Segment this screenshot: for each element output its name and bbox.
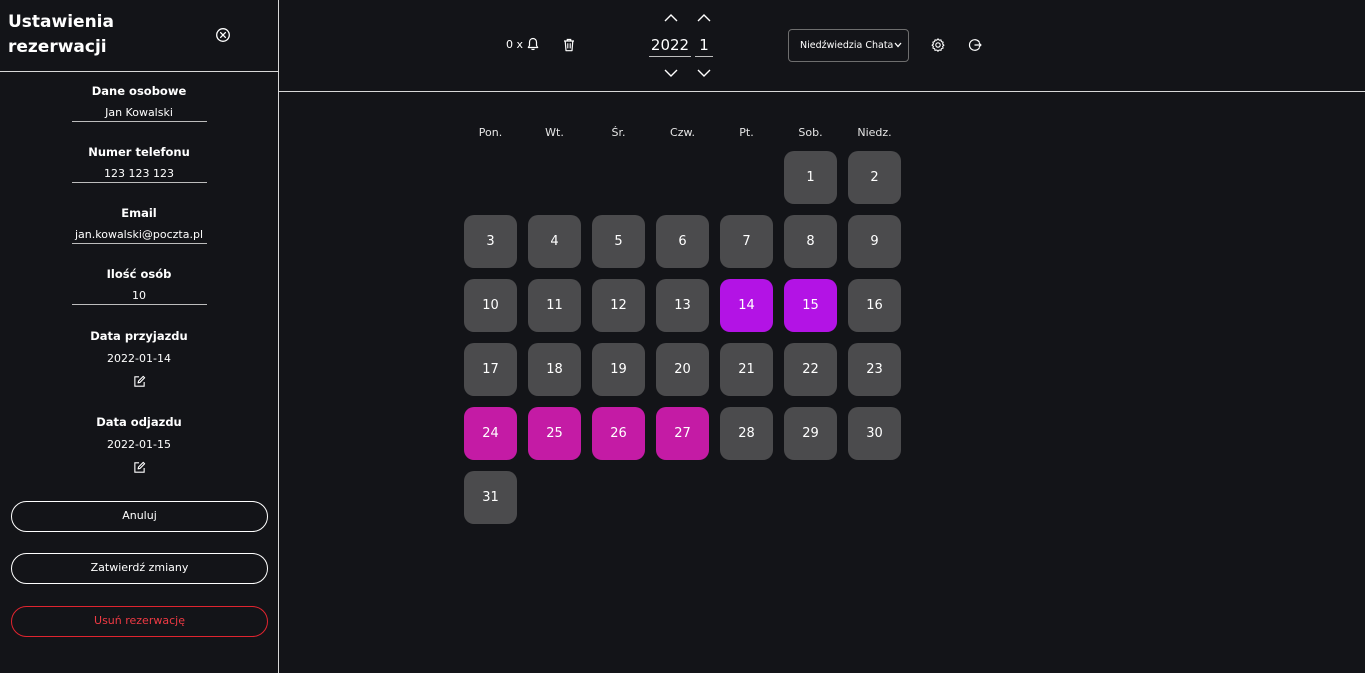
guests-label: Ilość osób [106, 267, 172, 281]
month-input[interactable]: 1 [695, 35, 713, 57]
day-cell-11[interactable]: 11 [528, 279, 581, 332]
trash-icon[interactable] [563, 38, 575, 52]
day-cell-25[interactable]: 25 [528, 407, 581, 460]
day-cell-9[interactable]: 9 [848, 215, 901, 268]
day-cell-13[interactable]: 13 [656, 279, 709, 332]
day-cell-15[interactable]: 15 [784, 279, 837, 332]
day-cell-27[interactable]: 27 [656, 407, 709, 460]
day-cell-30[interactable]: 30 [848, 407, 901, 460]
year-up-chevron-icon[interactable] [664, 13, 678, 22]
email-label: Email [121, 206, 157, 220]
weekday-header: Sob. [798, 126, 823, 139]
day-cell-16[interactable]: 16 [848, 279, 901, 332]
month-down-chevron-icon[interactable] [697, 69, 711, 78]
day-cell-3[interactable]: 3 [464, 215, 517, 268]
day-cell-18[interactable]: 18 [528, 343, 581, 396]
close-icon[interactable] [215, 27, 231, 43]
day-cell-17[interactable]: 17 [464, 343, 517, 396]
personal-data-field[interactable]: Jan Kowalski [71, 106, 207, 122]
edit-icon[interactable] [133, 461, 146, 474]
top-toolbar: 0 x 2022 1 Niedźwiedzia Chata [279, 0, 1365, 92]
chevron-down-icon [894, 42, 902, 48]
email-group: Email jan.kowalski@poczta.pl [0, 205, 278, 244]
notification-count: 0 x [506, 37, 524, 51]
departure-date-value: 2022-01-15 [107, 438, 171, 451]
arrival-date-label: Data przyjazdu [90, 329, 188, 343]
logout-icon[interactable] [968, 38, 982, 52]
day-cell-8[interactable]: 8 [784, 215, 837, 268]
day-cell-12[interactable]: 12 [592, 279, 645, 332]
day-cell-10[interactable]: 10 [464, 279, 517, 332]
day-cell-21[interactable]: 21 [720, 343, 773, 396]
guests-group: Ilość osób 10 [0, 266, 278, 305]
month-up-chevron-icon[interactable] [697, 13, 711, 22]
email-field[interactable]: jan.kowalski@poczta.pl [71, 228, 207, 244]
weekday-header: Pon. [478, 126, 503, 139]
phone-label: Numer telefonu [88, 145, 190, 159]
departure-date-label: Data odjazdu [96, 415, 182, 429]
departure-date-group: Data odjazdu 2022-01-15 [0, 414, 278, 474]
gear-icon[interactable] [931, 38, 945, 52]
weekday-header: Pt. [739, 126, 754, 139]
day-cell-5[interactable]: 5 [592, 215, 645, 268]
confirm-changes-button[interactable]: Zatwierdź zmiany [11, 553, 268, 584]
weekday-header: Czw. [670, 126, 695, 139]
day-cell-28[interactable]: 28 [720, 407, 773, 460]
delete-reservation-button[interactable]: Usuń rezerwację [11, 606, 268, 637]
personal-data-label: Dane osobowe [91, 84, 187, 98]
day-cell-7[interactable]: 7 [720, 215, 773, 268]
sidebar-header: Ustawienia rezerwacji [0, 0, 278, 72]
day-cell-31[interactable]: 31 [464, 471, 517, 524]
day-cell-19[interactable]: 19 [592, 343, 645, 396]
property-select-value: Niedźwiedzia Chata [800, 40, 894, 51]
bell-icon[interactable] [527, 37, 539, 51]
day-cell-6[interactable]: 6 [656, 215, 709, 268]
phone-group: Numer telefonu 123 123 123 [0, 144, 278, 183]
day-cell-23[interactable]: 23 [848, 343, 901, 396]
edit-icon[interactable] [133, 375, 146, 388]
personal-data-group: Dane osobowe Jan Kowalski [0, 83, 278, 122]
weekday-header: Wt. [545, 126, 564, 139]
day-cell-14[interactable]: 14 [720, 279, 773, 332]
weekday-header: Śr. [611, 126, 626, 139]
day-cell-24[interactable]: 24 [464, 407, 517, 460]
weekday-header: Niedz. [857, 126, 892, 139]
sidebar-title: Ustawienia rezerwacji [8, 12, 114, 57]
notifications[interactable]: 0 x [506, 37, 539, 51]
day-cell-29[interactable]: 29 [784, 407, 837, 460]
phone-field[interactable]: 123 123 123 [71, 167, 207, 183]
day-cell-20[interactable]: 20 [656, 343, 709, 396]
cancel-button[interactable]: Anuluj [11, 501, 268, 532]
reservation-settings-sidebar: Ustawienia rezerwacji Dane osobowe Jan K… [0, 0, 279, 673]
day-cell-26[interactable]: 26 [592, 407, 645, 460]
property-select[interactable]: Niedźwiedzia Chata [788, 29, 909, 62]
day-cell-22[interactable]: 22 [784, 343, 837, 396]
day-cell-1[interactable]: 1 [784, 151, 837, 204]
year-input[interactable]: 2022 [649, 35, 691, 57]
day-cell-4[interactable]: 4 [528, 215, 581, 268]
year-down-chevron-icon[interactable] [664, 69, 678, 78]
day-cell-2[interactable]: 2 [848, 151, 901, 204]
arrival-date-value: 2022-01-14 [107, 352, 171, 365]
guests-field[interactable]: 10 [71, 289, 207, 305]
arrival-date-group: Data przyjazdu 2022-01-14 [0, 328, 278, 388]
